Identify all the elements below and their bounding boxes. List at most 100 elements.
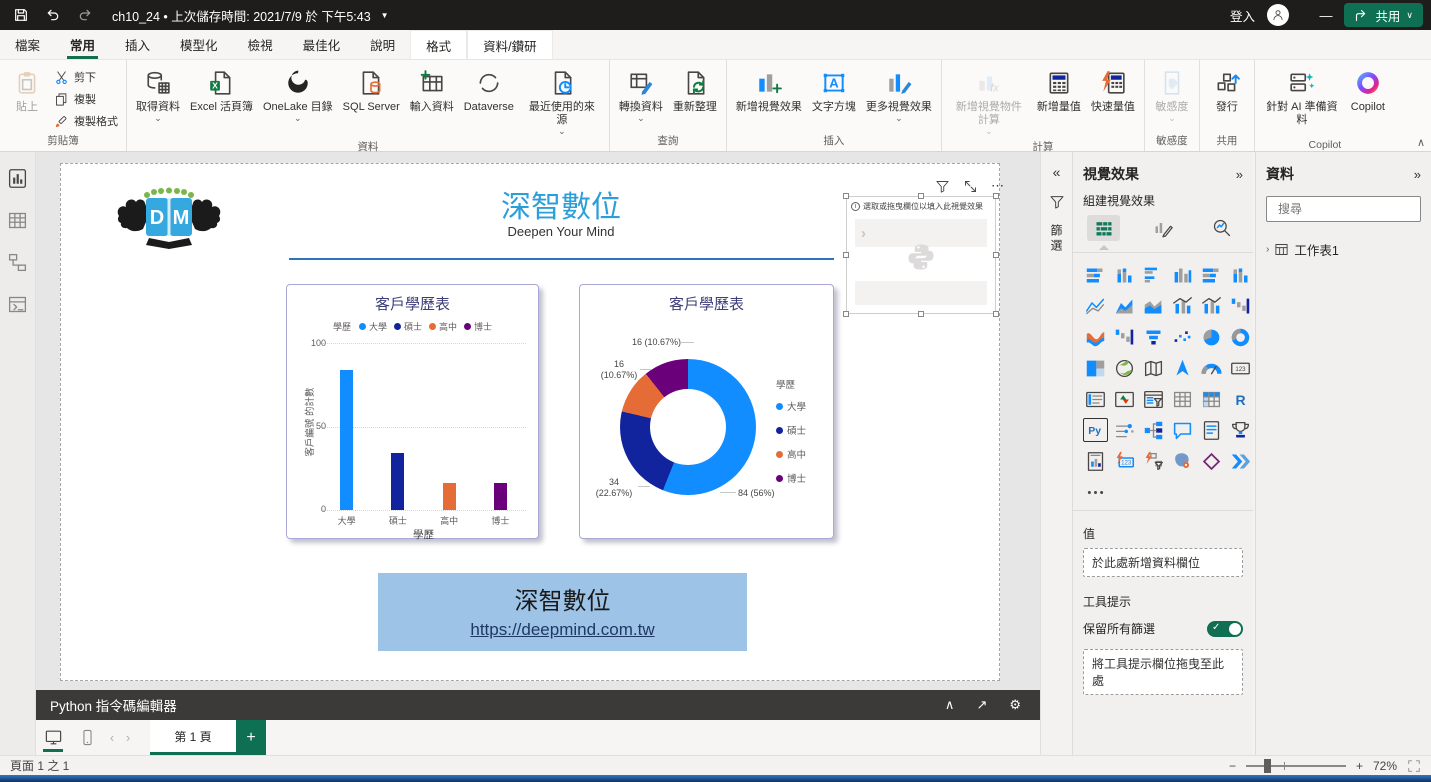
table[interactable] (1170, 387, 1195, 411)
waterfall-chart-2[interactable] (1112, 325, 1137, 349)
prep-data-for-ai-button[interactable]: 針對 AI 準備資料 (1259, 64, 1345, 137)
sensitivity-button[interactable]: 敏感度 ⌄ (1149, 64, 1195, 124)
legend-item[interactable]: 博士 (776, 471, 806, 485)
python-visual[interactable]: Py (1083, 418, 1108, 442)
power-automate-visual[interactable] (1228, 449, 1253, 473)
funnel-chart[interactable] (1141, 325, 1166, 349)
expand-filters-icon[interactable]: « (1053, 164, 1061, 180)
key-influencers[interactable] (1112, 418, 1137, 442)
scatter-chart[interactable] (1170, 325, 1195, 349)
report-page[interactable]: D M 深智數位 Deepen Your Mind 客戶學歷表 學歷 大學 碩士… (60, 163, 1004, 681)
open-external-editor-icon[interactable]: ↗ (976, 697, 987, 713)
banner-link[interactable]: https://deepmind.com.tw (470, 620, 654, 640)
sign-in-link[interactable]: 登入 (1230, 6, 1255, 25)
resize-handle[interactable] (993, 193, 999, 199)
save-icon[interactable] (8, 3, 34, 27)
values-field-well[interactable]: 於此處新增資料欄位 (1083, 548, 1243, 577)
format-painter-button[interactable]: 複製格式 (50, 112, 122, 130)
bar-高中[interactable] (442, 483, 456, 510)
copilot-button[interactable]: Copilot (1345, 64, 1391, 124)
page-tab-1[interactable]: 第 1 頁 (150, 720, 236, 755)
filter-icon[interactable] (935, 179, 950, 194)
title-dropdown-icon[interactable]: ▼ (381, 11, 389, 20)
tab-optimize[interactable]: 最佳化 (288, 30, 356, 59)
area-chart[interactable] (1112, 294, 1137, 318)
legend-item[interactable]: 高中 (429, 320, 457, 333)
tab-insert[interactable]: 插入 (110, 30, 165, 59)
smart-narrative[interactable] (1199, 418, 1224, 442)
line-and-clustered-column-chart[interactable] (1199, 294, 1224, 318)
recent-sources-button[interactable]: 最近使用的來源 ⌄ (519, 64, 605, 137)
ribbon-chart[interactable] (1083, 325, 1108, 349)
bar-博士[interactable] (493, 483, 507, 510)
legend-item[interactable]: 大學 (776, 399, 806, 413)
map[interactable] (1112, 356, 1137, 380)
resize-handle[interactable] (843, 252, 849, 258)
collapse-editor-icon[interactable]: ∧ (945, 697, 955, 713)
legend-item[interactable]: 高中 (776, 447, 806, 461)
build-visual-tab[interactable] (1087, 215, 1121, 241)
legend-item[interactable]: 大學 (358, 320, 387, 333)
data-table-row[interactable]: › 工作表1 (1256, 232, 1431, 267)
stacked-area-chart[interactable] (1141, 294, 1166, 318)
gauge[interactable] (1199, 356, 1224, 380)
keep-all-filters-toggle[interactable]: ✓ (1207, 620, 1243, 637)
multi-row-card[interactable] (1083, 387, 1108, 411)
collapse-visualizations-icon[interactable]: » (1236, 167, 1243, 182)
resize-handle[interactable] (918, 193, 924, 199)
zoom-slider[interactable] (1245, 758, 1346, 773)
dax-query-view-icon[interactable] (6, 292, 30, 316)
tab-data-drill[interactable]: 資料/鑽研 (467, 30, 553, 59)
legend-item[interactable]: 博士 (464, 320, 492, 333)
donut-chart-visual[interactable]: 客戶學歷表 學歷 大學 碩士 高中 博士 16 (10.67%) 16 (10.… (579, 284, 834, 539)
dataverse-button[interactable]: Dataverse (459, 64, 519, 124)
collapse-data-pane-icon[interactable]: » (1414, 167, 1421, 182)
minimize-button[interactable]: — (1309, 0, 1343, 30)
tab-modeling[interactable]: 模型化 (165, 30, 233, 59)
ribbon-collapse-icon[interactable]: ∧ (1417, 136, 1425, 149)
new-measure-button[interactable]: 新增量值 (1032, 64, 1086, 124)
legend-item[interactable]: 碩士 (393, 320, 422, 333)
expand-table-chevron[interactable]: › (1266, 244, 1269, 255)
donut-ring[interactable] (620, 359, 756, 495)
report-view-icon[interactable] (6, 166, 30, 190)
resize-handle[interactable] (918, 311, 924, 317)
resize-handle[interactable] (993, 252, 999, 258)
filters-pane-label[interactable]: 篩選 (1048, 224, 1065, 254)
desktop-layout-icon[interactable] (36, 720, 70, 755)
100-stacked-column-chart[interactable] (1228, 263, 1253, 287)
tooltip-field-well[interactable]: 將工具提示欄位拖曳至此處 (1083, 649, 1243, 695)
new-visual-calculation-button[interactable]: fx 新增視覺物件計算 ⌄ (946, 64, 1032, 137)
zoom-slider-thumb[interactable] (1263, 758, 1271, 773)
more-visuals-button[interactable]: 更多視覺效果 ⌄ (861, 64, 937, 124)
publish-button[interactable]: 發行 (1204, 64, 1250, 124)
pie-chart[interactable] (1199, 325, 1224, 349)
metrics[interactable] (1228, 418, 1253, 442)
python-visual[interactable]: i 選取或拖曳欄位以填入此視覺效果 › (843, 193, 999, 317)
line-and-stacked-column-chart[interactable] (1170, 294, 1195, 318)
arcgis-map[interactable] (1170, 449, 1195, 473)
quick-calc-visual[interactable]: 123 (1112, 449, 1137, 473)
decomposition-tree[interactable] (1141, 418, 1166, 442)
search-input[interactable] (1278, 202, 1431, 216)
editor-options-gear-icon[interactable]: ⚙ (1009, 697, 1021, 713)
azure-map[interactable] (1170, 356, 1195, 380)
zoom-out-icon[interactable]: − (1229, 759, 1236, 773)
add-page-button[interactable]: + (236, 720, 266, 755)
cut-button[interactable]: 剪下 (50, 68, 122, 86)
sql-server-button[interactable]: SQL Server (338, 64, 405, 124)
tab-help[interactable]: 說明 (355, 30, 410, 59)
undo-icon[interactable] (40, 3, 66, 27)
text-box-button[interactable]: A 文字方塊 (807, 64, 861, 124)
resize-handle[interactable] (843, 193, 849, 199)
more-visual-options[interactable] (1083, 480, 1108, 504)
copy-button[interactable]: 複製 (50, 90, 122, 108)
r-script-visual[interactable]: R (1228, 387, 1253, 411)
model-view-icon[interactable] (6, 250, 30, 274)
table-view-icon[interactable] (6, 208, 30, 232)
100-stacked-bar-chart[interactable] (1199, 263, 1224, 287)
bar-碩士[interactable] (391, 453, 405, 510)
onelake-catalog-button[interactable]: OneLake 目錄 ⌄ (258, 64, 338, 124)
python-script-editor-bar[interactable]: Python 指令碼編輯器 ∧ ↗ ⚙ ▶ (36, 690, 1072, 720)
clustered-bar-chart[interactable] (1141, 263, 1166, 287)
